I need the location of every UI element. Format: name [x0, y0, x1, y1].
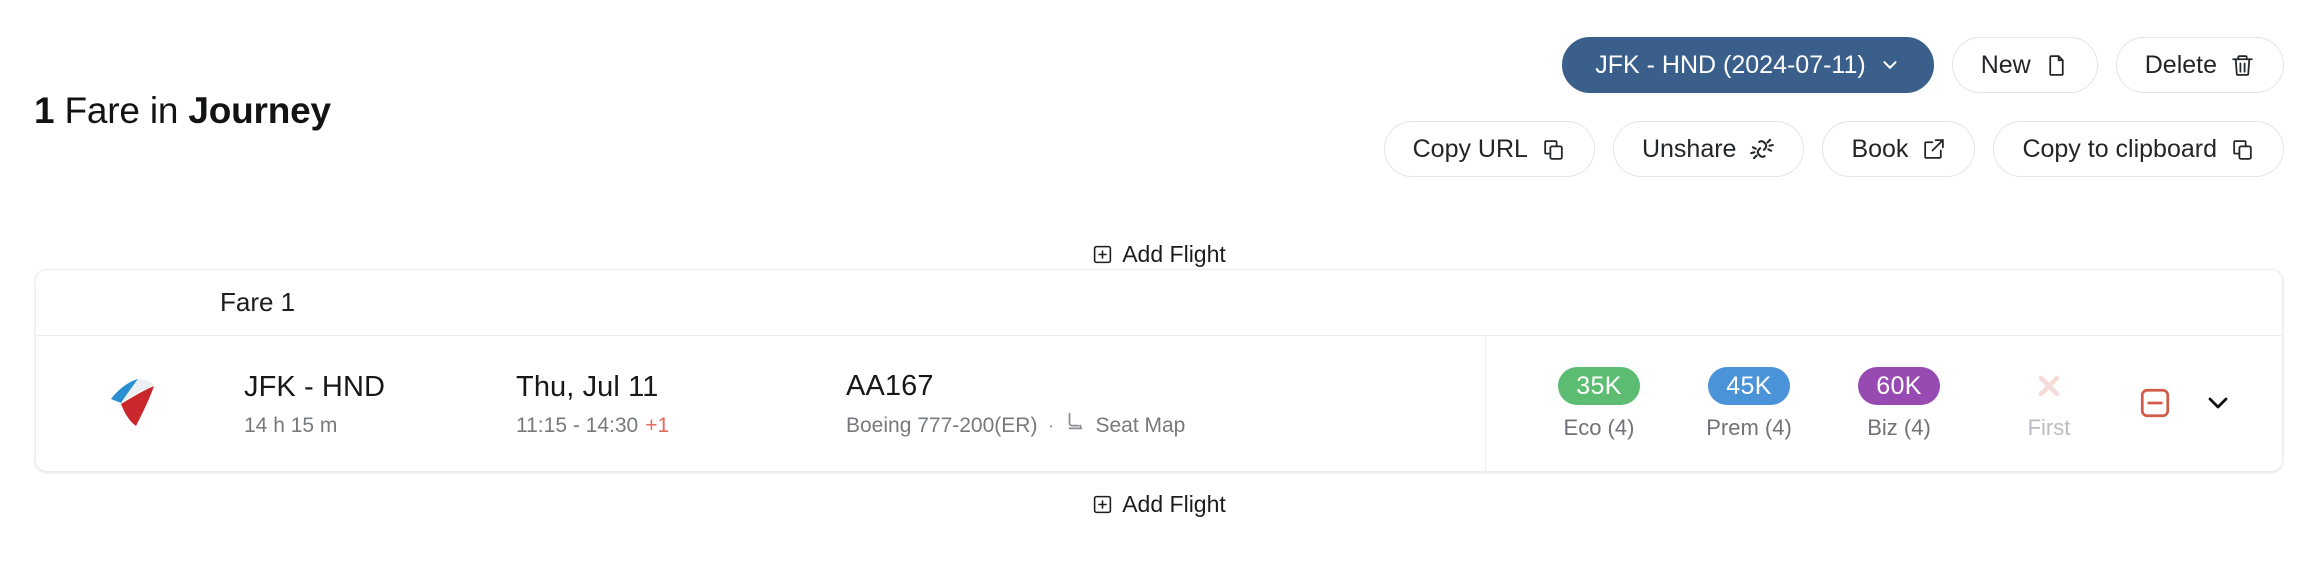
- toolbar-secondary-row: Copy URL Unshare Book Copy to clipboard: [1383, 121, 2284, 177]
- fare-price-badge: 35K: [1558, 367, 1640, 405]
- journey-selector-label: JFK - HND (2024-07-11): [1595, 50, 1866, 79]
- flight-times: 11:15 - 14:30: [516, 413, 639, 437]
- flight-number-column: AA167 Boeing 777-200(ER) · Seat Map: [846, 368, 1326, 441]
- fare-option-first: First: [1974, 367, 2124, 441]
- expand-row-button[interactable]: [2202, 387, 2234, 422]
- add-flight-bottom-button[interactable]: Add Flight: [0, 491, 2318, 518]
- new-button[interactable]: New: [1951, 37, 2098, 93]
- seat-map-link[interactable]: Seat Map: [1064, 411, 1185, 440]
- fare-option-prem[interactable]: 45K Prem (4): [1674, 367, 1824, 441]
- fare-class-label: Biz (4): [1867, 415, 1931, 440]
- unlink-icon: [1749, 136, 1775, 162]
- fare-price-badge: 60K: [1858, 367, 1940, 405]
- new-document-icon: [2044, 53, 2069, 78]
- unavailable-x-icon: [2030, 367, 2068, 405]
- american-airlines-logo: [100, 376, 174, 432]
- add-flight-bottom-label: Add Flight: [1122, 491, 1226, 517]
- page-title-strong: Journey: [188, 90, 331, 131]
- separator-dot: ·: [1047, 413, 1055, 437]
- fare-card: Fare 1 JFK - HND 14 h 15 m Thu, Jul 11 1…: [35, 269, 2283, 472]
- day-offset-badge: +1: [645, 413, 670, 437]
- external-link-icon: [1921, 137, 1946, 162]
- aircraft-row: Boeing 777-200(ER) · Seat Map: [846, 411, 1326, 440]
- fare-option-eco[interactable]: 35K Eco (4): [1524, 367, 1674, 441]
- trash-icon: [2230, 53, 2255, 78]
- add-square-icon: [1092, 244, 1113, 265]
- unshare-button[interactable]: Unshare: [1612, 121, 1805, 177]
- journey-selector-button[interactable]: JFK - HND (2024-07-11): [1562, 37, 1934, 93]
- route-label: JFK - HND: [244, 371, 386, 404]
- copy-icon: [2230, 137, 2255, 162]
- unshare-label: Unshare: [1641, 134, 1737, 163]
- flight-times-wrap: 11:15 - 14:30 +1: [516, 413, 846, 439]
- seat-map-label: Seat Map: [1095, 413, 1186, 437]
- remove-flight-button[interactable]: [2138, 386, 2172, 423]
- flight-number: AA167: [846, 369, 934, 402]
- add-square-icon: [1092, 494, 1113, 515]
- add-flight-top-label: Add Flight: [1122, 241, 1226, 267]
- row-actions: [2138, 386, 2282, 423]
- fare-classes: 35K Eco (4) 45K Prem (4) 60K Biz (4) Fir…: [1486, 336, 2282, 471]
- toolbar-primary-row: JFK - HND (2024-07-11) New Delete: [1562, 37, 2284, 93]
- copy-to-clipboard-label: Copy to clipboard: [2022, 134, 2217, 163]
- flight-details: JFK - HND 14 h 15 m Thu, Jul 11 11:15 - …: [36, 336, 1486, 471]
- seat-icon: [1064, 411, 1086, 440]
- route-column: JFK - HND 14 h 15 m: [244, 369, 516, 439]
- page-title: 1 Fare in Journey: [34, 90, 331, 132]
- copy-to-clipboard-button[interactable]: Copy to clipboard: [1993, 121, 2284, 177]
- fare-option-biz[interactable]: 60K Biz (4): [1824, 367, 1974, 441]
- new-button-label: New: [1980, 50, 2031, 79]
- page-title-mid: Fare in: [64, 90, 179, 131]
- fare-class-label: Eco (4): [1563, 415, 1635, 440]
- add-flight-top-button[interactable]: Add Flight: [0, 241, 2318, 268]
- fare-count: 1: [34, 90, 55, 131]
- chevron-down-icon: [1879, 54, 1901, 76]
- book-label: Book: [1851, 134, 1909, 163]
- remove-flight-icon: [2138, 386, 2172, 423]
- date-column: Thu, Jul 11 11:15 - 14:30 +1: [516, 369, 846, 439]
- fare-class-label: First: [2027, 415, 2071, 440]
- aircraft-type: Boeing 777-200(ER): [846, 413, 1038, 437]
- fare-journey-page: 1 Fare in Journey JFK - HND (2024-07-11)…: [0, 0, 2318, 564]
- copy-url-label: Copy URL: [1412, 134, 1528, 163]
- delete-button-label: Delete: [2144, 50, 2217, 79]
- fare-card-header: Fare 1: [36, 270, 2282, 336]
- copy-url-button[interactable]: Copy URL: [1383, 121, 1595, 177]
- delete-button[interactable]: Delete: [2115, 37, 2284, 93]
- book-button[interactable]: Book: [1822, 121, 1976, 177]
- expand-row-icon: [2202, 387, 2234, 422]
- fare-price-badge: 45K: [1708, 367, 1790, 405]
- duration-label: 14 h 15 m: [244, 413, 338, 437]
- flight-date: Thu, Jul 11: [516, 371, 659, 404]
- fare-header-label: Fare 1: [220, 287, 296, 317]
- fare-class-label: Prem (4): [1706, 415, 1792, 440]
- flight-row: JFK - HND 14 h 15 m Thu, Jul 11 11:15 - …: [36, 336, 2282, 471]
- copy-icon: [1541, 137, 1566, 162]
